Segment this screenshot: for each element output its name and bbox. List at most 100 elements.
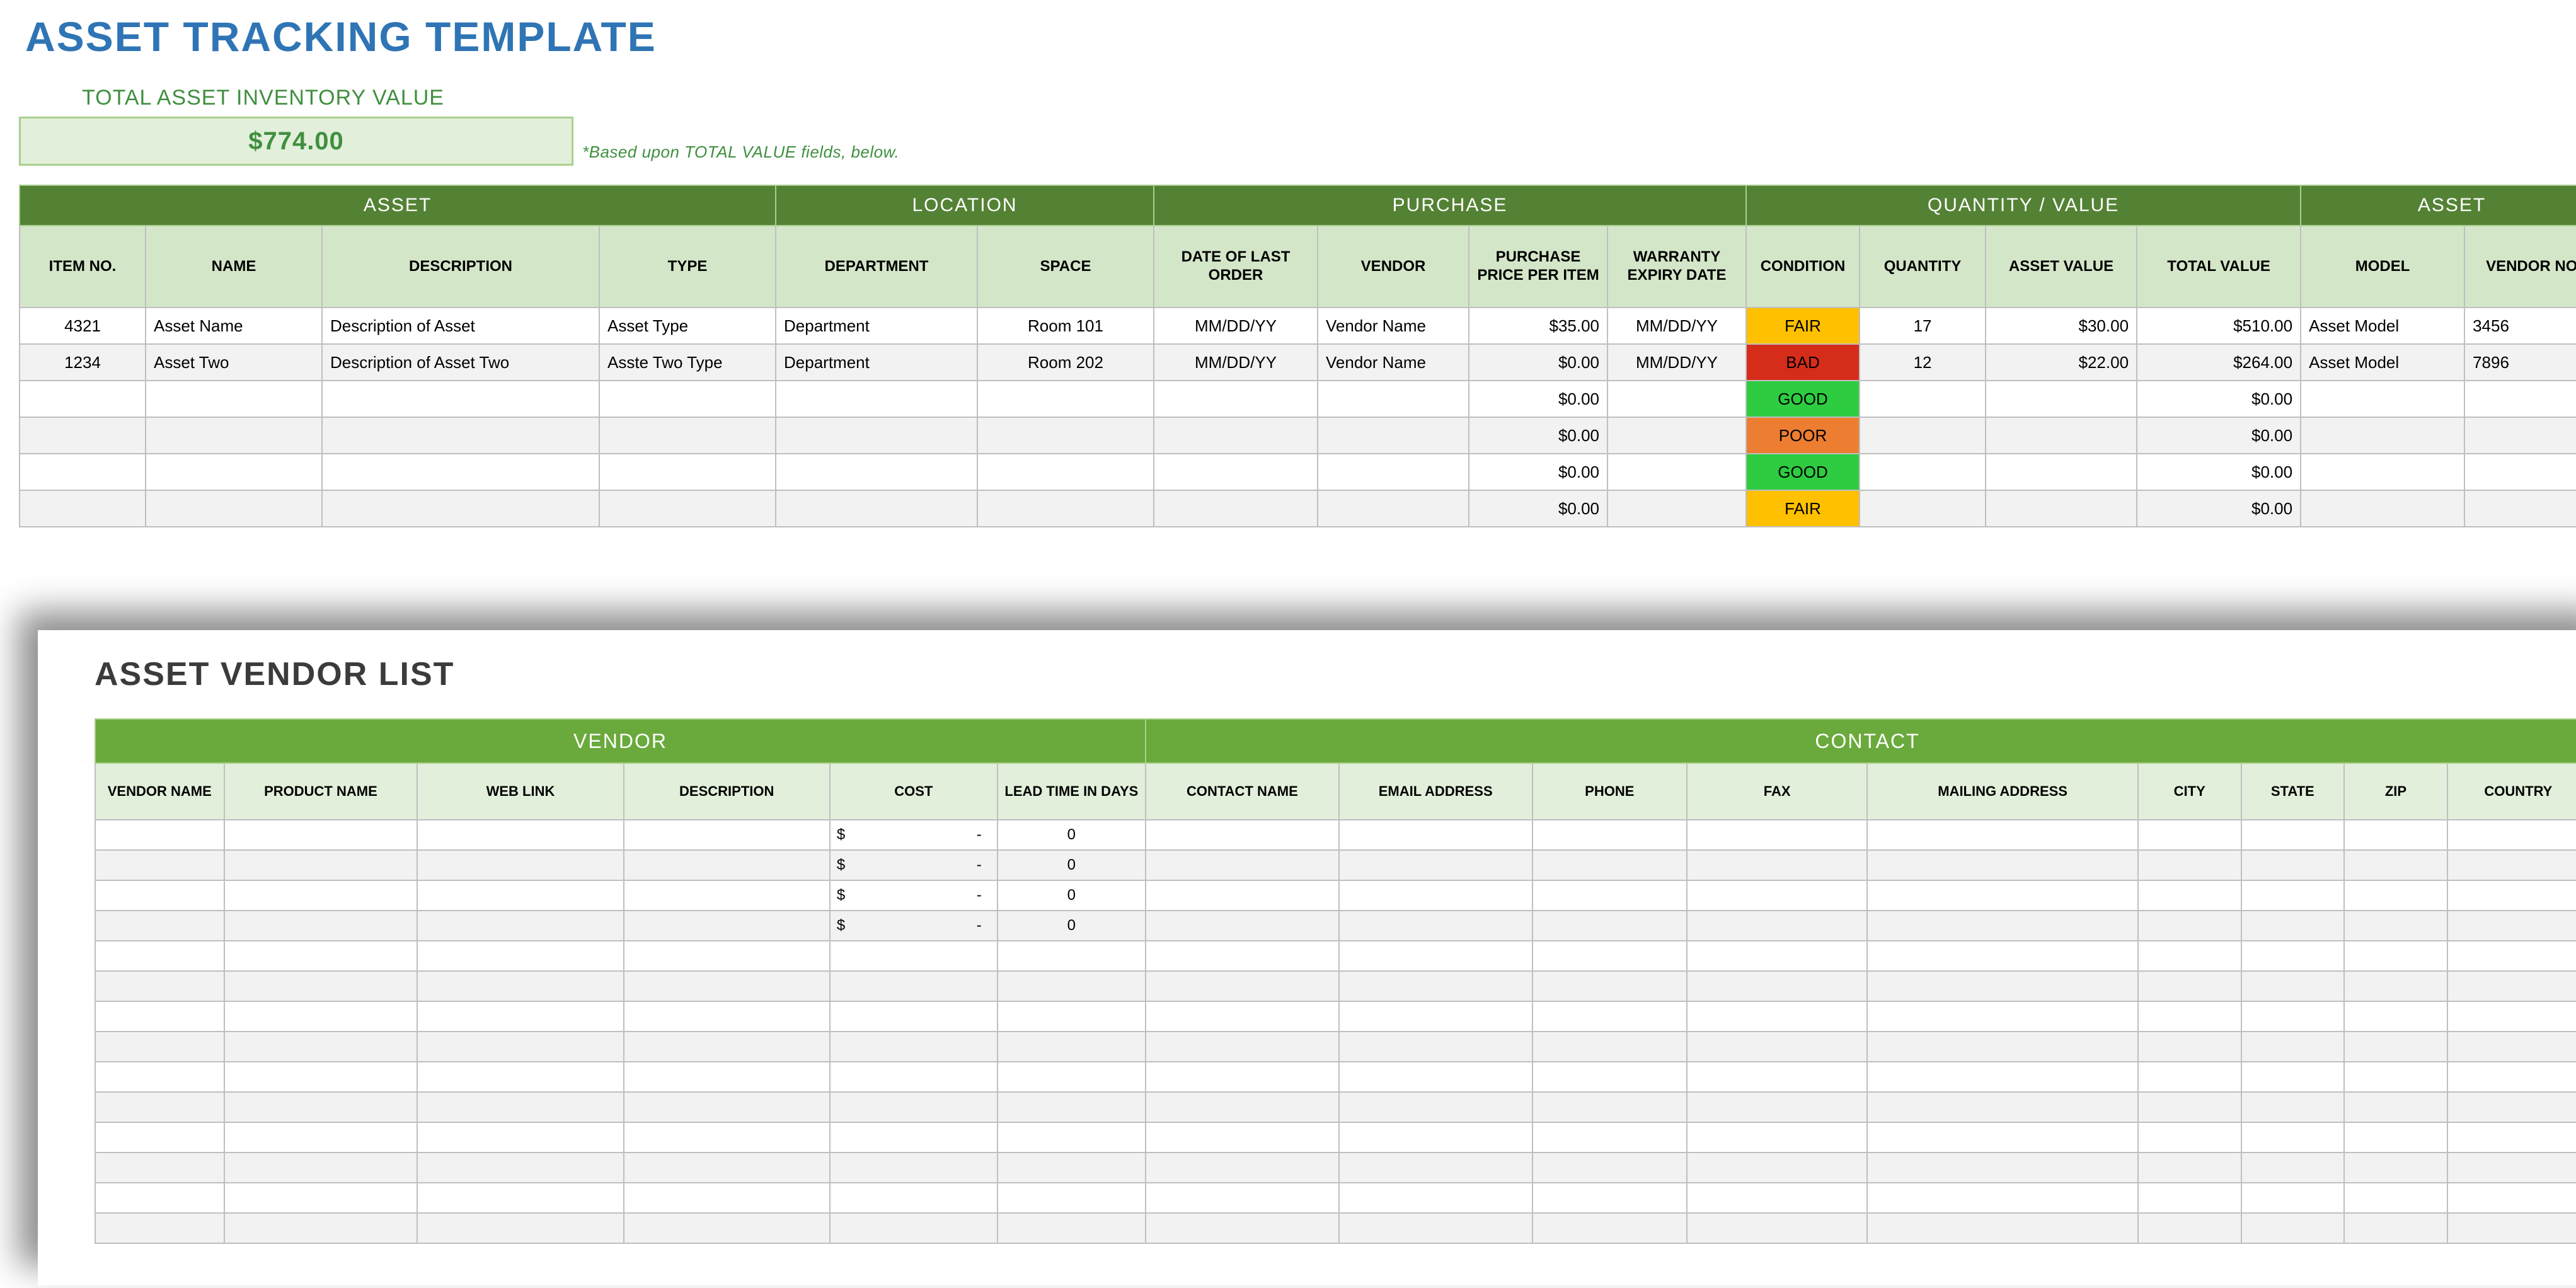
vendor-cell[interactable] [1867,1001,2138,1032]
table-row[interactable] [95,1001,2576,1032]
vhdr-email[interactable]: EMAIL ADDRESS [1339,763,1532,820]
vendor-cell[interactable] [1532,1062,1687,1092]
vendor-cell[interactable] [2241,1153,2345,1183]
vendor-cell[interactable] [1867,1213,2138,1243]
vendor-cell[interactable] [95,1001,224,1032]
table-row[interactable] [95,941,2576,971]
vendor-cell[interactable] [2138,1183,2241,1213]
vendor-cell[interactable]: 0 [998,911,1146,941]
vendor-cell[interactable] [1339,1062,1532,1092]
vendor-cell[interactable] [1146,971,1339,1001]
table-row[interactable] [95,971,2576,1001]
cell-warranty_expiry[interactable]: MM/DD/YY [1607,344,1746,381]
vendor-cell[interactable] [2447,1001,2576,1032]
vendor-cell[interactable] [2241,850,2345,880]
cell-date_last_order[interactable]: MM/DD/YY [1154,308,1318,344]
asset-table[interactable]: ASSET LOCATION PURCHASE QUANTITY / VALUE… [19,185,2576,527]
vendor-cell[interactable] [95,1092,224,1122]
hdr-price-per-item[interactable]: PURCHASE PRICE PER ITEM [1469,226,1607,308]
vendor-cell[interactable] [224,850,418,880]
vendor-cell[interactable] [95,941,224,971]
vendor-cell[interactable] [2138,1001,2241,1032]
cell-price_per_item[interactable]: $0.00 [1469,417,1607,454]
cell-quantity[interactable] [1860,454,1986,490]
vendor-cell[interactable] [2138,941,2241,971]
vendor-cell[interactable] [624,1213,830,1243]
vendor-cell[interactable]: $- [830,820,998,850]
table-row[interactable]: $-0 [95,820,2576,850]
cell-description[interactable] [322,454,599,490]
vendor-cell[interactable] [2447,1062,2576,1092]
vendor-cell[interactable] [998,941,1146,971]
cell-price_per_item[interactable]: $35.00 [1469,308,1607,344]
vendor-cell[interactable] [2241,1183,2345,1213]
vendor-cell[interactable] [1339,1183,1532,1213]
vendor-cell[interactable] [998,1213,1146,1243]
table-row[interactable]: $-0 [95,850,2576,880]
vendor-cell[interactable] [417,971,623,1001]
vendor-cell[interactable] [1687,971,1867,1001]
vendor-cell[interactable] [417,1122,623,1153]
vendor-cell[interactable] [1532,820,1687,850]
vendor-cell[interactable] [95,1122,224,1153]
vendor-cell[interactable] [1339,820,1532,850]
vendor-cell[interactable] [2344,1153,2447,1183]
cell-space[interactable]: Room 202 [977,344,1154,381]
cell-vendor_no[interactable] [2464,417,2576,454]
vendor-cell[interactable] [830,1153,998,1183]
vendor-cell[interactable] [1146,1213,1339,1243]
vendor-cell[interactable] [2447,911,2576,941]
vhdr-description[interactable]: DESCRIPTION [624,763,830,820]
vendor-cell[interactable] [2447,850,2576,880]
vendor-cell[interactable] [1687,1213,1867,1243]
vendor-cell[interactable] [2241,1213,2345,1243]
vendor-cell[interactable] [1867,820,2138,850]
cell-price_per_item[interactable]: $0.00 [1469,381,1607,417]
cell-date_last_order[interactable] [1154,381,1318,417]
cell-type[interactable] [599,490,776,527]
vendor-cell[interactable] [998,1122,1146,1153]
vendor-cell[interactable] [1339,1032,1532,1062]
hdr-condition[interactable]: CONDITION [1746,226,1860,308]
vendor-cell[interactable] [2344,880,2447,911]
vendor-cell[interactable] [417,1032,623,1062]
vhdr-state[interactable]: STATE [2241,763,2345,820]
vendor-cell[interactable] [624,1183,830,1213]
vhdr-fax[interactable]: FAX [1687,763,1867,820]
vendor-cell[interactable] [1867,850,2138,880]
vendor-cell[interactable] [1532,880,1687,911]
vendor-cell[interactable] [2447,941,2576,971]
cell-type[interactable] [599,381,776,417]
vendor-cell[interactable] [2344,1062,2447,1092]
hdr-date-last-order[interactable]: DATE OF LAST ORDER [1154,226,1318,308]
vendor-cell[interactable] [224,1213,418,1243]
vendor-cell[interactable] [830,941,998,971]
cell-department[interactable]: Department [776,308,977,344]
vendor-cell[interactable]: 0 [998,880,1146,911]
cell-quantity[interactable] [1860,490,1986,527]
vendor-cell[interactable] [2344,1213,2447,1243]
vendor-cell[interactable] [95,1062,224,1092]
vendor-cell[interactable] [1532,850,1687,880]
vendor-cell[interactable] [1532,1153,1687,1183]
vendor-cell[interactable] [2138,820,2241,850]
table-row[interactable]: $0.00GOOD$0.00 [20,381,2576,417]
cell-asset_value[interactable] [1986,454,2137,490]
cell-condition[interactable]: GOOD [1746,454,1860,490]
vendor-cell[interactable] [1687,1153,1867,1183]
vendor-cell[interactable] [1867,1062,2138,1092]
vendor-cell[interactable] [2241,971,2345,1001]
cell-space[interactable] [977,381,1154,417]
cell-vendor_no[interactable] [2464,381,2576,417]
cell-name[interactable] [146,454,322,490]
cell-warranty_expiry[interactable] [1607,490,1746,527]
vendor-cell[interactable] [2241,941,2345,971]
vendor-cell[interactable] [2344,1122,2447,1153]
cell-name[interactable]: Asset Two [146,344,322,381]
vendor-cell[interactable] [998,1153,1146,1183]
cell-total_value[interactable]: $0.00 [2137,381,2301,417]
cell-asset_value[interactable] [1986,381,2137,417]
vendor-cell[interactable] [830,1092,998,1122]
vendor-cell[interactable] [1687,1092,1867,1122]
vendor-cell[interactable] [224,880,418,911]
